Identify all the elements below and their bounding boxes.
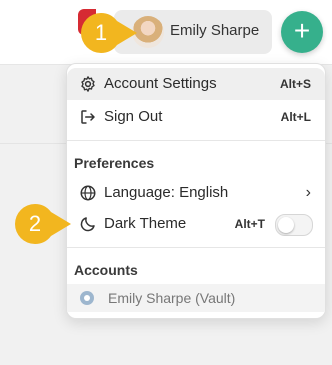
menu-item-dark-theme[interactable]: Dark Theme Alt+T	[67, 208, 325, 240]
dark-theme-toggle[interactable]	[275, 214, 313, 236]
shortcut-label: Alt+S	[279, 77, 311, 91]
menu-item-label: Language: English	[104, 184, 229, 201]
callout-number: 2	[28, 211, 42, 236]
moon-icon	[80, 217, 95, 232]
chevron-right-icon: ›	[305, 184, 311, 201]
shortcut-label: Alt+L	[280, 110, 311, 124]
gear-icon	[81, 76, 95, 92]
account-label: Emily Sharpe (Vault)	[108, 290, 236, 306]
preferences-heading: Preferences	[74, 155, 155, 171]
shortcut-label: Alt+T	[234, 217, 265, 231]
globe-icon	[80, 185, 96, 201]
add-button[interactable]: +	[281, 11, 323, 53]
menu-divider	[67, 140, 325, 141]
toggle-knob	[278, 217, 294, 233]
menu-item-label: Dark Theme	[104, 215, 187, 232]
menu-divider	[67, 247, 325, 248]
menu-item-account-settings[interactable]: Account Settings Alt+S	[67, 68, 325, 100]
menu-item-label: Account Settings	[104, 75, 217, 92]
callout-marker-2: 2	[14, 203, 72, 245]
account-status-dot	[80, 291, 94, 305]
accounts-heading: Accounts	[74, 262, 138, 278]
callout-number: 1	[94, 20, 108, 45]
menu-item-label: Sign Out	[104, 108, 163, 125]
callout-marker-1: 1	[80, 12, 138, 54]
sign-out-icon	[81, 110, 95, 124]
menu-item-sign-out[interactable]: Sign Out Alt+L	[67, 101, 325, 133]
user-dropdown-menu: Account Settings Alt+S Sign Out Alt+L Pr…	[66, 63, 326, 319]
menu-item-language[interactable]: Language: English ›	[67, 177, 325, 209]
user-name: Emily Sharpe	[170, 22, 260, 39]
account-item[interactable]: Emily Sharpe (Vault)	[67, 284, 325, 312]
